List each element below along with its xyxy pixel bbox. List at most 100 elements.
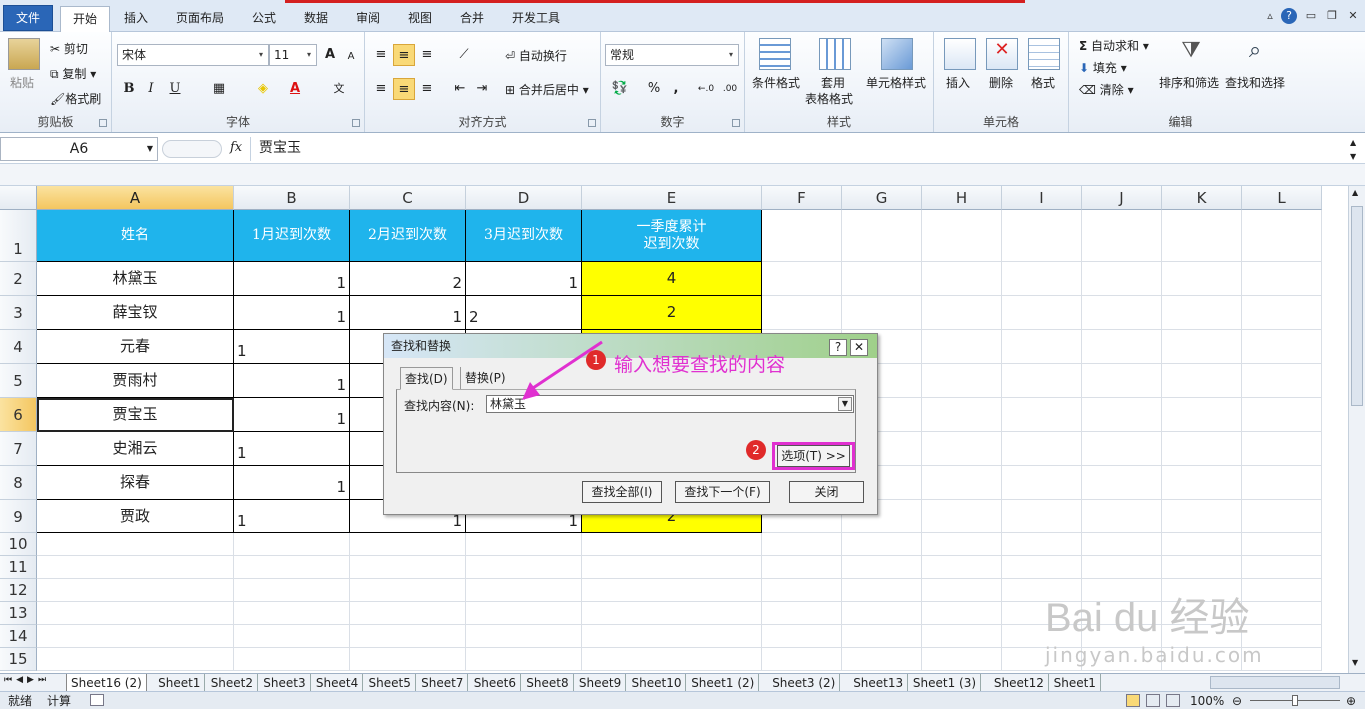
cell[interactable] (922, 556, 1002, 579)
zoom-out-icon[interactable]: ⊖ (1232, 692, 1242, 710)
table-header-A[interactable]: 姓名 (37, 210, 234, 262)
cell[interactable] (582, 602, 762, 625)
copy-button[interactable]: ⧉ 复制 ▾ (50, 65, 96, 82)
cell[interactable] (1162, 466, 1242, 500)
help-icon[interactable]: ? (1281, 8, 1297, 24)
tab-review[interactable]: 审阅 (344, 6, 392, 32)
horizontal-scrollbar[interactable] (1210, 676, 1340, 689)
tab-insert[interactable]: 插入 (112, 6, 160, 32)
tab-formulas[interactable]: 公式 (240, 6, 288, 32)
row-header-11[interactable]: 11 (0, 556, 37, 579)
normal-view-icon[interactable] (1126, 694, 1140, 707)
cell-total-value[interactable]: 2 (582, 296, 762, 330)
cell[interactable] (466, 602, 582, 625)
percent-button[interactable]: % (643, 78, 665, 100)
row-header-2[interactable]: 2 (0, 262, 37, 296)
cell[interactable] (842, 602, 922, 625)
cell-name[interactable]: 史湘云 (37, 432, 234, 466)
sheet-tab[interactable]: Sheet1 (3) (909, 674, 982, 692)
cell[interactable] (582, 579, 762, 602)
cell[interactable] (350, 625, 466, 648)
scroll-up-icon[interactable]: ▲ (1352, 188, 1358, 197)
cell[interactable] (1002, 262, 1082, 296)
cell-name[interactable]: 贾政 (37, 500, 234, 533)
column-header-L[interactable]: L (1242, 186, 1322, 210)
cell[interactable] (922, 398, 1002, 432)
row-header-9[interactable]: 9 (0, 500, 37, 533)
cell[interactable] (762, 296, 842, 330)
row-header-1[interactable]: 1 (0, 210, 37, 262)
cell[interactable] (922, 364, 1002, 398)
cell[interactable] (1082, 398, 1162, 432)
align-right-icon[interactable]: ≡ (416, 78, 438, 100)
cell-total-value[interactable]: 4 (582, 262, 762, 296)
decrease-decimal-button[interactable]: .00 (719, 78, 741, 100)
cell-b-value[interactable]: 1 (234, 262, 350, 296)
close-button[interactable]: 关闭 (789, 481, 864, 503)
tab-view[interactable]: 视图 (396, 6, 444, 32)
dialog-help-button[interactable]: ? (829, 339, 847, 356)
column-header-E[interactable]: E (582, 186, 762, 210)
find-select-button[interactable]: 查找和选择 (1225, 74, 1285, 91)
tab-data[interactable]: 数据 (292, 6, 340, 32)
cell[interactable] (1082, 556, 1162, 579)
zoom-slider-thumb[interactable] (1292, 695, 1298, 706)
number-launcher[interactable] (732, 119, 740, 127)
cell[interactable] (922, 432, 1002, 466)
sheet-tab[interactable]: Sheet16 (2) (66, 674, 147, 692)
column-header-K[interactable]: K (1162, 186, 1242, 210)
cell[interactable] (1162, 533, 1242, 556)
increase-indent-icon[interactable]: ⇥ (471, 78, 493, 100)
cell[interactable] (1002, 533, 1082, 556)
cell[interactable] (37, 648, 234, 671)
sheet-tab[interactable]: Sheet5 (365, 674, 416, 692)
cell[interactable] (842, 625, 922, 648)
autosum-button[interactable]: Σ 自动求和 ▾ (1079, 37, 1149, 54)
cell-styles-button[interactable]: 单元格样式 (866, 74, 926, 91)
cell[interactable] (1162, 398, 1242, 432)
find-dropdown-icon[interactable]: ▼ (838, 397, 852, 411)
number-format-combo[interactable]: 常规 ▾ (605, 44, 739, 66)
shrink-font-button[interactable]: A (340, 46, 362, 68)
cell[interactable] (234, 648, 350, 671)
cell[interactable] (842, 296, 922, 330)
tab-developer[interactable]: 开发工具 (500, 6, 572, 32)
cell[interactable] (922, 500, 1002, 533)
vertical-scroll-thumb[interactable] (1351, 206, 1363, 406)
font-color-icon[interactable]: A (284, 78, 306, 100)
align-middle-icon[interactable]: ≡ (393, 44, 415, 66)
cell[interactable] (37, 579, 234, 602)
table-header-E[interactable]: 一季度累计 迟到次数 (582, 210, 762, 262)
clear-button[interactable]: ⌫ 清除 ▾ (1079, 81, 1134, 98)
cell[interactable] (350, 533, 466, 556)
cell[interactable] (1002, 556, 1082, 579)
column-header-J[interactable]: J (1082, 186, 1162, 210)
close-icon[interactable]: ✕ (1345, 8, 1361, 24)
sheet-tab[interactable]: Sheet7 (417, 674, 469, 692)
cell[interactable] (762, 625, 842, 648)
cell[interactable] (922, 210, 1002, 262)
cell[interactable] (1242, 556, 1322, 579)
cell[interactable] (1242, 262, 1322, 296)
cell-b-value[interactable]: 1 (234, 330, 350, 364)
delete-button[interactable]: 删除 (989, 74, 1013, 91)
sheet-tab[interactable]: Sheet1 (2) (687, 674, 760, 692)
cell-b-value[interactable]: 1 (234, 466, 350, 500)
cell[interactable] (1162, 262, 1242, 296)
phonetic-icon[interactable]: 文 (328, 78, 350, 100)
cell[interactable] (922, 625, 1002, 648)
cell[interactable] (350, 556, 466, 579)
table-header-B[interactable]: 1月迟到次数 (234, 210, 350, 262)
cell[interactable] (234, 533, 350, 556)
cell[interactable] (1082, 330, 1162, 364)
fx-icon[interactable]: fx (230, 140, 242, 155)
cell[interactable] (234, 556, 350, 579)
sheet-tab[interactable]: Sheet1 (1050, 674, 1101, 692)
cell[interactable] (1242, 432, 1322, 466)
cell[interactable] (466, 556, 582, 579)
table-format-button[interactable]: 套用 (821, 74, 845, 91)
wrap-text-button[interactable]: ⏎ 自动换行 (505, 47, 567, 64)
align-bottom-icon[interactable]: ≡ (416, 44, 438, 66)
cell[interactable] (1002, 466, 1082, 500)
name-box-dropdown-icon[interactable]: ▼ (147, 138, 153, 160)
